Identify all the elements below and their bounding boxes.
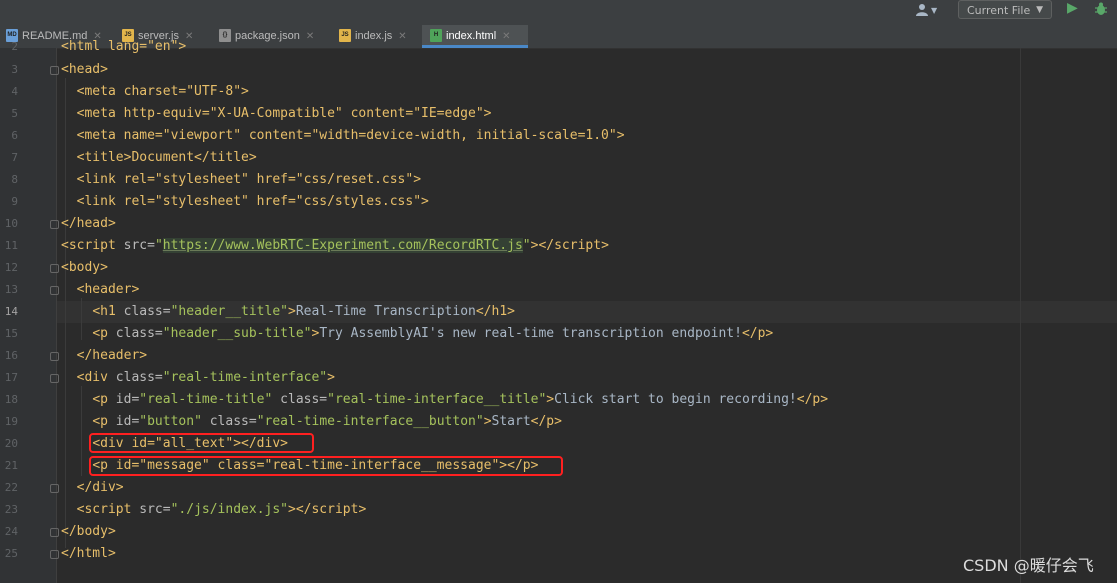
code-line: <link rel="stylesheet" href="css/reset.c…	[61, 169, 421, 191]
user-silhouette-icon	[916, 4, 928, 16]
line-number: 20	[4, 437, 18, 450]
line-number: 4	[11, 85, 18, 98]
code-line: <p id="button" class="real-time-interfac…	[92, 414, 562, 429]
code-line: <body>	[61, 257, 108, 279]
code-text: </head>	[61, 216, 116, 231]
code-text: <meta http-equiv="X-UA-Compatible" conte…	[76, 106, 492, 121]
highlight-box-all-text	[89, 433, 314, 453]
line-number: 5	[11, 107, 18, 120]
line-number: 2	[11, 40, 18, 53]
line-number: 15	[4, 327, 18, 340]
line-number: 16	[4, 349, 18, 362]
code-line: </header>	[61, 345, 147, 367]
line-number: 3	[11, 63, 18, 76]
code-line: <title>Document</title>	[61, 147, 257, 169]
code-line: <link rel="stylesheet" href="css/styles.…	[61, 191, 429, 213]
code-text: Try AssemblyAI's new real-time transcrip…	[319, 326, 742, 341]
script-url-link[interactable]: https://www.WebRTC-Experiment.com/Record…	[162, 238, 523, 253]
code-text: </header>	[76, 348, 148, 363]
run-icon[interactable]: ▶	[1067, 0, 1078, 16]
line-number: 18	[4, 393, 18, 406]
line-number: 6	[11, 129, 18, 142]
code-text: Real-Time Transcription	[295, 304, 476, 319]
code-text: </html>	[61, 546, 116, 561]
run-configuration-label: Current File	[967, 4, 1031, 17]
json-file-icon: {}	[219, 28, 231, 42]
code-line: <head>	[61, 59, 108, 81]
code-line: </head>	[61, 213, 116, 235]
code-text: ./js/index.js	[178, 502, 281, 517]
user-icon[interactable]: ▼	[913, 1, 943, 21]
line-number: 12	[4, 261, 18, 274]
debug-icon[interactable]	[1094, 1, 1108, 17]
line-number: 8	[11, 173, 18, 186]
code-editor[interactable]: <html lang="en"> <head> <meta charset="U…	[57, 39, 1117, 583]
run-configuration-select[interactable]: Current File ▼	[958, 0, 1052, 19]
line-number: 19	[4, 415, 18, 428]
tab-label: package.json	[235, 30, 300, 42]
code-line: </body>	[61, 521, 116, 543]
code-text: <header>	[76, 282, 140, 297]
tab-label: index.js	[355, 30, 393, 42]
code-text: </div>	[76, 480, 124, 495]
line-number: 21	[4, 459, 18, 472]
line-number: 25	[4, 547, 18, 560]
code-line: <header>	[61, 279, 140, 301]
tab-package-json[interactable]: {} package.json ✕	[219, 25, 314, 48]
chevron-down-icon: ▼	[931, 6, 938, 15]
code-line: <div class="real-time-interface">	[76, 370, 335, 385]
tab-index-html[interactable]: Hindex.html ✕	[422, 25, 528, 48]
code-line: <meta name="viewport" content="width=dev…	[61, 125, 625, 147]
code-text: <link rel="stylesheet" href="css/reset.c…	[76, 172, 422, 187]
code-text: <title>Document</title>	[76, 150, 257, 165]
code-text: </body>	[61, 524, 116, 539]
code-text: <link rel="stylesheet" href="css/styles.…	[76, 194, 429, 209]
line-number: 9	[11, 195, 18, 208]
chevron-down-icon: ▼	[1036, 5, 1043, 15]
highlight-box-message	[89, 456, 563, 476]
code-line: </div>	[61, 477, 124, 499]
code-line-current: <h1 class="header__title">Real-Time Tran…	[92, 304, 515, 319]
close-icon[interactable]: ✕	[398, 31, 406, 42]
code-text: Click start to begin recording!	[554, 392, 797, 407]
line-number: 22	[4, 481, 18, 494]
line-number: 11	[4, 239, 18, 252]
line-number-current: 14	[4, 305, 18, 318]
close-icon[interactable]: ✕	[502, 31, 510, 42]
line-number: 24	[4, 525, 18, 538]
code-line: </html>	[61, 543, 116, 565]
line-number-gutter: 2 3 4 5 6 7 8 9 10 11 12 13 14 15 16 17 …	[0, 40, 59, 583]
code-text: Start	[491, 414, 531, 429]
code-line: <p class="header__sub-title">Try Assembl…	[92, 326, 774, 341]
code-text: <meta name="viewport" content="width=dev…	[76, 128, 625, 143]
html-file-icon: H	[430, 28, 442, 42]
close-icon[interactable]: ✕	[306, 31, 314, 42]
tab-label: index.html	[446, 30, 497, 42]
code-line: <script src="./js/index.js"></script>	[76, 502, 367, 517]
top-toolbar: ▼ Current File ▼ ▶	[0, 0, 1117, 25]
code-line: <meta charset="UTF-8">	[61, 81, 249, 103]
code-text: <html lang="en">	[61, 39, 187, 54]
javascript-file-icon: JS	[339, 28, 351, 42]
code-text: <meta charset="UTF-8">	[76, 84, 249, 99]
code-text: <body>	[61, 260, 108, 275]
line-number: 17	[4, 371, 18, 384]
code-line: <script src="https://www.WebRTC-Experime…	[61, 238, 609, 253]
line-number: 23	[4, 503, 18, 516]
line-number: 10	[4, 217, 18, 230]
line-number: 13	[4, 283, 18, 296]
code-line: <meta http-equiv="X-UA-Compatible" conte…	[61, 103, 492, 125]
code-text: <head>	[61, 62, 108, 77]
code-line: <html lang="en">	[61, 36, 186, 58]
line-number: 7	[11, 151, 18, 164]
code-line: <p id="real-time-title" class="real-time…	[92, 392, 829, 407]
watermark: CSDN @暖仔会飞	[963, 556, 1094, 575]
tab-index-js[interactable]: JS index.js ✕	[339, 25, 407, 48]
right-margin-guide	[1020, 48, 1021, 583]
